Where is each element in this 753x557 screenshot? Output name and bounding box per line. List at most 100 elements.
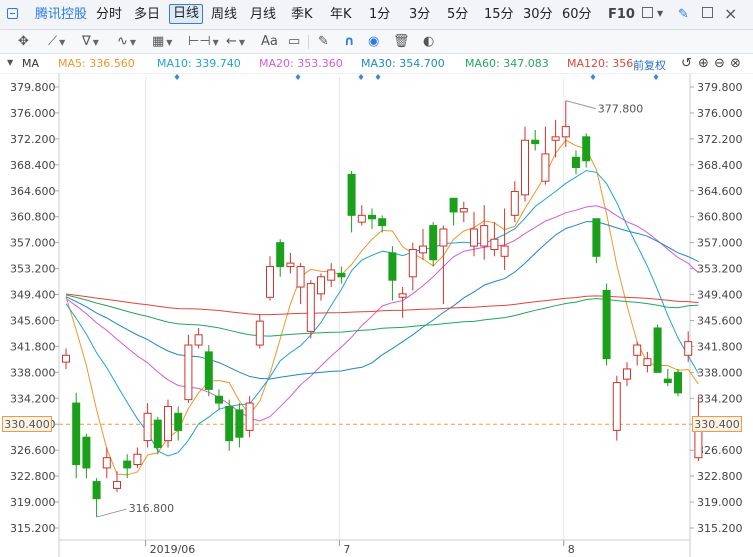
candle-body [276,242,285,268]
y-tick-label: 315.200 [10,522,56,535]
candle [92,478,101,518]
arrow-tool-icon[interactable]: ← ▼ [226,34,245,50]
ray-tool-icon[interactable]: ∇ ▼ [82,34,99,50]
eye-icon[interactable]: ◉ [368,34,379,50]
candle-body [215,395,223,404]
x-axis: 2019/06 7 8 [150,543,575,556]
candlestick-chart[interactable]: 379.800 376.000 372.200 368.400 364.600 360.8… [0,74,753,557]
y-tick-label: 368.400 [697,159,743,172]
period-60min[interactable]: 60分 [562,6,592,24]
candle [72,392,81,479]
current-price-tag-left: 330.400 [2,416,52,433]
marker-diamond [375,74,381,80]
candle-body [62,354,70,363]
candle [592,218,601,264]
square-icon[interactable] [642,7,653,18]
zoom-out-icon[interactable]: ⊖ [714,56,725,71]
candle [510,181,519,223]
comment-icon[interactable]: ▭ [288,34,300,50]
candle [602,283,611,366]
collapse-icon[interactable]: ▼ [7,58,13,67]
period-1min[interactable]: 1分 [369,6,390,24]
undo-icon[interactable]: ↺ [681,56,692,71]
candle [296,263,305,305]
candle-body [643,358,652,367]
candle-body [582,136,591,162]
candle [521,126,529,202]
pencil-icon[interactable]: ✎ [318,34,329,50]
period-rixian[interactable]: 日线 [169,4,204,24]
candle-body [572,156,580,169]
marker-diamond [653,74,659,80]
trash-icon[interactable]: 🗑 [393,34,410,50]
f10-button[interactable]: F10 [608,6,635,24]
candle [623,362,631,387]
period-zhouxian[interactable]: 周线 [211,6,237,24]
candle [582,133,591,168]
candle [62,348,70,369]
y-tick-label: 376.000 [10,107,56,120]
period-jik[interactable]: 季K [291,6,313,24]
x-tick-label: 8 [568,543,575,556]
candle [663,368,672,387]
candle-body [490,238,499,250]
window-icon[interactable] [7,8,18,19]
text-tool[interactable]: Aa [261,34,278,50]
candle-body [327,269,336,281]
restore-icon[interactable] [702,7,713,18]
period-yuexian[interactable]: 月线 [250,6,276,24]
crosshair-icon[interactable]: ✥ [18,34,29,50]
chevron-down-icon[interactable]: ▼ [657,9,663,18]
candle [684,331,693,363]
ma-legend-bar: ▼ MA MA5: 336.560 MA10: 339.740 MA20: 35… [0,54,753,74]
candle [551,119,560,158]
low-label: 316.800 [129,502,175,515]
period-15min[interactable]: 15分 [484,6,514,24]
close-icon[interactable]: × [724,4,737,23]
candle-body [296,266,305,288]
y-tick-label: 364.600 [697,185,743,198]
wave-tool-icon[interactable]: ∿ ▼ [117,34,136,50]
line-tool-icon[interactable]: ⟋ ▼ [48,34,65,50]
candle [82,433,91,479]
ma20-value: MA20: 353.360 [259,57,343,70]
period-duori[interactable]: 多日 [134,6,160,24]
period-fenshi[interactable]: 分时 [96,6,122,24]
y-tick-label: 341.800 [10,340,56,353]
y-tick-label: 315.200 [697,522,743,535]
zoom-in-icon[interactable]: ⊕ [698,56,709,71]
candle [184,334,193,404]
toggle-icon[interactable]: ◐ [423,34,434,50]
candle [286,252,295,274]
y-tick-label: 338.000 [697,366,743,379]
period-niank[interactable]: 年K [330,6,352,24]
y-tick-label: 357.000 [697,237,743,250]
indicator-name[interactable]: MA [22,57,39,70]
candle-body [592,218,601,257]
candle [317,273,325,301]
adjust-mode[interactable]: 前复权 [633,57,666,73]
pen-icon[interactable]: ✎ [678,7,689,22]
candle-body [357,214,366,223]
period-3min[interactable]: 3分 [409,6,430,24]
candle-body [194,334,203,346]
close-indicator-icon[interactable]: ⊗ [730,56,741,71]
fib-tool-icon[interactable]: ▦ ▼ [152,34,172,50]
y-tick-label: 338.000 [10,366,56,379]
candle [674,368,682,397]
magnet-icon[interactable]: ∩ [344,34,355,50]
candle-body [419,245,427,254]
stock-name-tab[interactable]: 腾讯控股 [35,6,87,24]
candle-body [561,126,570,138]
candles [62,100,703,518]
current-price-tag-right: 330.400 [692,416,742,433]
candle [327,263,336,288]
y-tick-label: 334.200 [10,392,56,405]
period-30min[interactable]: 30分 [523,6,553,24]
candle [174,406,183,441]
period-5min[interactable]: 5分 [447,6,468,24]
candle [255,314,264,349]
candle [235,403,244,448]
range-tool-icon[interactable]: ⊢⊣ ▼ [188,34,219,50]
candle-body [602,289,611,360]
